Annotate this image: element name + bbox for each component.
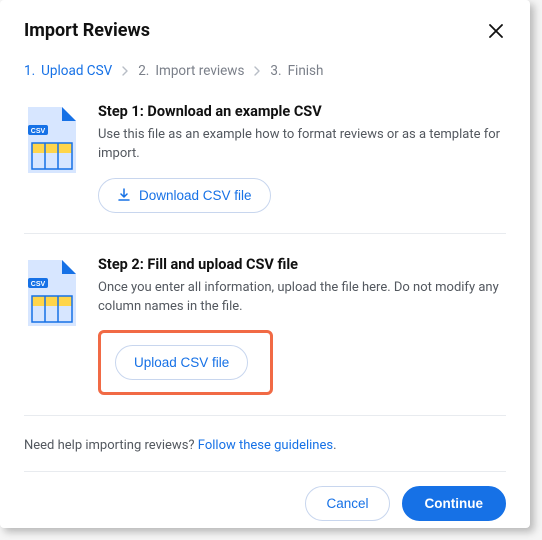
svg-text:CSV: CSV (31, 281, 46, 288)
step-number: 1. (24, 63, 35, 79)
step1-description: Use this file as an example how to forma… (98, 126, 506, 164)
step1-section: CSV Step 1: Download an example CSV Use … (24, 101, 506, 233)
cancel-button[interactable]: Cancel (305, 486, 389, 521)
step-label: Finish (288, 63, 324, 79)
download-csv-button[interactable]: Download CSV file (98, 178, 271, 213)
step2-section: CSV Step 2: Fill and upload CSV file Onc… (24, 254, 506, 416)
step-finish[interactable]: 3. Finish (270, 63, 323, 79)
step-number: 2. (138, 63, 149, 79)
upload-csv-label: Upload CSV file (134, 355, 229, 370)
help-row: Need help importing reviews? Follow thes… (24, 438, 506, 453)
step-upload-csv[interactable]: 1. Upload CSV (24, 63, 112, 79)
section-divider (24, 415, 506, 416)
download-csv-label: Download CSV file (139, 188, 252, 203)
download-icon (117, 188, 131, 202)
continue-button[interactable]: Continue (402, 486, 507, 521)
upload-highlight-box: Upload CSV file (98, 330, 273, 395)
step-number: 3. (270, 63, 281, 79)
step2-description: Once you enter all information, upload t… (98, 279, 506, 317)
step-import-reviews[interactable]: 2. Import reviews (138, 63, 244, 79)
svg-text:CSV: CSV (31, 128, 46, 135)
step2-title: Step 2: Fill and upload CSV file (98, 256, 506, 273)
import-reviews-modal: Import Reviews 1. Upload CSV 2. Import r… (0, 0, 530, 528)
chevron-right-icon (122, 66, 128, 76)
help-text: Need help importing reviews? (24, 438, 198, 453)
help-guidelines-link[interactable]: Follow these guidelines (198, 438, 333, 453)
close-button[interactable] (486, 21, 506, 41)
upload-csv-button[interactable]: Upload CSV file (115, 345, 248, 380)
modal-title: Import Reviews (24, 20, 150, 41)
step-label: Upload CSV (41, 63, 112, 79)
wizard-stepper: 1. Upload CSV 2. Import reviews 3. Finis… (24, 63, 506, 79)
csv-file-icon: CSV (24, 105, 80, 175)
step-label: Import reviews (155, 63, 244, 79)
modal-header: Import Reviews (24, 20, 506, 41)
chevron-right-icon (254, 66, 260, 76)
section-divider (24, 233, 506, 234)
csv-file-icon: CSV (24, 258, 80, 328)
step1-title: Step 1: Download an example CSV (98, 103, 506, 120)
close-icon (489, 24, 503, 38)
modal-footer: Cancel Continue (24, 472, 506, 521)
